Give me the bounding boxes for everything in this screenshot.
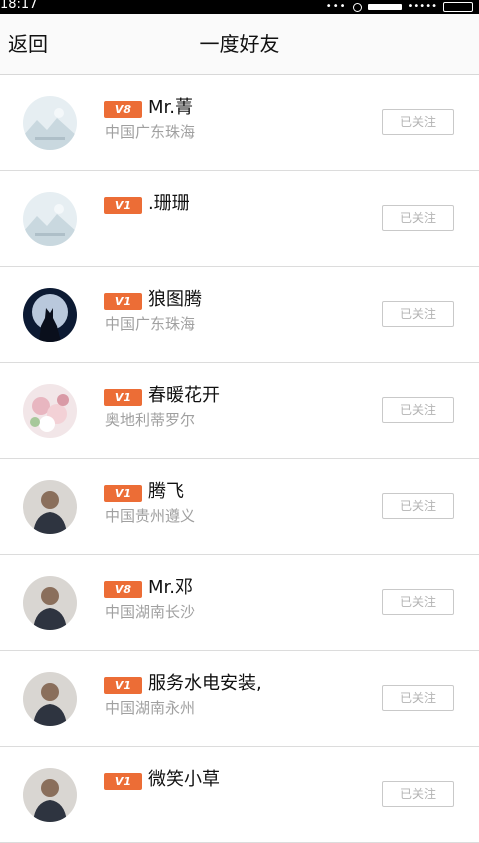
avatar[interactable] xyxy=(23,576,77,630)
list-item[interactable]: V1 春暖花开 奥地利蒂罗尔 已关注 xyxy=(0,363,479,459)
page-title: 一度好友 xyxy=(199,32,280,56)
friend-location: 中国贵州遵义 xyxy=(105,507,196,525)
network-icon xyxy=(367,4,402,10)
more-dots-icon: ••• xyxy=(325,1,347,12)
friend-name: Mr.邓 xyxy=(148,577,193,598)
followed-button[interactable]: 已关注 xyxy=(382,397,454,423)
friend-location: 奥地利蒂罗尔 xyxy=(105,411,196,429)
friend-name: 服务水电安装, xyxy=(148,673,262,694)
followed-button[interactable]: 已关注 xyxy=(382,589,454,615)
followed-button[interactable]: 已关注 xyxy=(382,685,454,711)
alarm-icon xyxy=(352,2,362,12)
friend-location: 中国广东珠海 xyxy=(105,315,196,333)
status-time: 18:17 xyxy=(0,0,38,12)
list-item[interactable]: V1 腾飞 中国贵州遵义 已关注 xyxy=(0,459,479,555)
vip-level-badge: V8 xyxy=(104,581,142,598)
followed-button[interactable]: 已关注 xyxy=(382,109,454,135)
friend-name: Mr.菁 xyxy=(148,97,193,118)
status-bar: 18:17 ••• ••••• xyxy=(0,0,479,14)
vip-level-badge: V1 xyxy=(104,293,142,310)
list-item[interactable]: V8 Mr.邓 中国湖南长沙 已关注 xyxy=(0,555,479,651)
friend-name: .珊珊 xyxy=(148,193,190,214)
status-icons: ••• ••••• xyxy=(326,1,473,13)
followed-button[interactable]: 已关注 xyxy=(382,493,454,519)
list-item[interactable]: V1 狼图腾 中国广东珠海 已关注 xyxy=(0,267,479,363)
avatar[interactable] xyxy=(23,192,77,246)
followed-button[interactable]: 已关注 xyxy=(382,781,454,807)
friend-name: 腾飞 xyxy=(148,481,184,502)
vip-level-badge: V1 xyxy=(104,197,142,214)
friend-location: 中国湖南永州 xyxy=(105,699,196,717)
list-item[interactable]: V8 Mr.菁 中国广东珠海 已关注 xyxy=(0,75,479,171)
friend-location: 中国湖南长沙 xyxy=(105,603,196,621)
avatar[interactable] xyxy=(23,672,77,726)
friend-name: 微笑小草 xyxy=(148,769,220,790)
avatar[interactable] xyxy=(23,384,77,438)
list-item[interactable]: V1 服务水电安装, 中国湖南永州 已关注 xyxy=(0,651,479,747)
vip-level-badge: V1 xyxy=(104,485,142,502)
signal-icon: ••••• xyxy=(407,1,438,12)
vip-level-badge: V1 xyxy=(104,773,142,790)
friend-list: V8 Mr.菁 中国广东珠海 已关注 V1 .珊珊 已关注 V1 狼图腾 中国广… xyxy=(0,75,479,843)
followed-button[interactable]: 已关注 xyxy=(382,205,454,231)
followed-button[interactable]: 已关注 xyxy=(382,301,454,327)
vip-level-badge: V8 xyxy=(104,101,142,118)
avatar[interactable] xyxy=(23,288,77,342)
vip-level-badge: V1 xyxy=(104,677,142,694)
avatar[interactable] xyxy=(23,480,77,534)
battery-icon xyxy=(443,2,473,12)
friend-name: 春暖花开 xyxy=(148,385,220,406)
avatar[interactable] xyxy=(23,96,77,150)
list-item[interactable]: V1 微笑小草 已关注 xyxy=(0,747,479,843)
avatar[interactable] xyxy=(23,768,77,822)
header: 返回 一度好友 xyxy=(0,14,479,75)
list-item[interactable]: V1 .珊珊 已关注 xyxy=(0,171,479,267)
friend-location: 中国广东珠海 xyxy=(105,123,196,141)
friend-name: 狼图腾 xyxy=(148,289,202,310)
vip-level-badge: V1 xyxy=(104,389,142,406)
